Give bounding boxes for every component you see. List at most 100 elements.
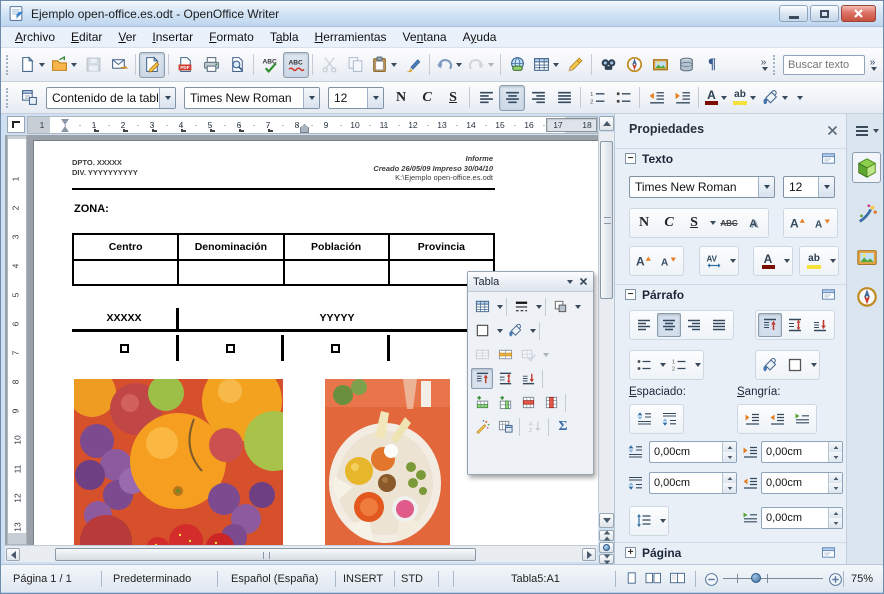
expand-icon[interactable]: + bbox=[625, 547, 636, 558]
insert-column-button[interactable] bbox=[494, 392, 516, 413]
center-vertical-button[interactable] bbox=[494, 368, 516, 389]
line-spacing-button[interactable] bbox=[632, 509, 656, 533]
table-properties-button[interactable] bbox=[494, 416, 516, 437]
justify-button[interactable] bbox=[551, 85, 577, 111]
dialog-launcher-icon[interactable] bbox=[821, 152, 836, 165]
justify-button[interactable] bbox=[707, 313, 731, 337]
menu-item-archivo[interactable]: Archivo bbox=[7, 28, 63, 46]
combo-arrow-button[interactable] bbox=[818, 177, 834, 197]
find-replace-button[interactable] bbox=[595, 52, 621, 78]
menu-item-tabla[interactable]: Tabla bbox=[262, 28, 307, 46]
toolbar-menu-arrow-icon[interactable] bbox=[567, 280, 573, 284]
dropdown-arrow-icon[interactable] bbox=[784, 259, 790, 263]
table-cell[interactable] bbox=[284, 335, 390, 361]
insert-row-button[interactable] bbox=[471, 392, 493, 413]
align-right-button[interactable] bbox=[682, 313, 706, 337]
status-language[interactable]: Español (España) bbox=[231, 565, 318, 593]
paragraph-style-combo[interactable]: Contenido de la tabla bbox=[46, 87, 176, 109]
form-checkbox[interactable] bbox=[331, 344, 340, 353]
underline-button[interactable]: S bbox=[682, 211, 706, 235]
vertical-scrollbar-thumb[interactable] bbox=[600, 141, 613, 299]
tab-navigator[interactable] bbox=[852, 280, 881, 311]
gallery-button[interactable] bbox=[647, 52, 673, 78]
increase-indent-button[interactable] bbox=[669, 85, 695, 111]
combo-arrow-button[interactable] bbox=[159, 88, 175, 108]
align-center-button[interactable] bbox=[657, 313, 681, 337]
doc-header-right[interactable]: Informe Creado 26/05/09 Impreso 30/04/10… bbox=[373, 154, 493, 183]
section-header-pagina[interactable]: + Página bbox=[615, 542, 846, 562]
section-header-texto[interactable]: − Texto bbox=[615, 148, 846, 168]
highlight-button[interactable]: ab bbox=[802, 249, 826, 273]
numbered-list-button[interactable]: 12 bbox=[667, 353, 691, 377]
draw-functions-button[interactable] bbox=[562, 52, 588, 78]
view-book-button[interactable] bbox=[669, 571, 686, 589]
spinner-buttons[interactable] bbox=[828, 508, 842, 528]
align-bottom-button[interactable] bbox=[517, 368, 539, 389]
menu-item-herramientas[interactable]: Herramientas bbox=[307, 28, 395, 46]
table-cell[interactable] bbox=[179, 335, 284, 361]
tab-stop-marker[interactable] bbox=[94, 129, 99, 132]
dropdown-arrow-icon[interactable] bbox=[710, 221, 716, 225]
horizontal-scrollbar[interactable] bbox=[5, 545, 597, 562]
line-style-button[interactable] bbox=[510, 296, 532, 317]
toolbar-options-arrow-icon[interactable] bbox=[797, 96, 803, 100]
next-page-button[interactable] bbox=[599, 554, 614, 564]
background-color-button[interactable] bbox=[504, 320, 526, 341]
data-sources-button[interactable] bbox=[673, 52, 699, 78]
character-spacing-button[interactable]: AV bbox=[702, 249, 726, 273]
horizontal-scrollbar-thumb[interactable] bbox=[55, 548, 476, 561]
font-size-combo[interactable]: 12 bbox=[328, 87, 384, 109]
table-empty-cell[interactable] bbox=[285, 261, 390, 284]
previous-page-button[interactable] bbox=[599, 530, 614, 541]
form-checkbox[interactable] bbox=[226, 344, 235, 353]
menu-item-ver[interactable]: Ver bbox=[110, 28, 144, 46]
hyperlink-button[interactable] bbox=[504, 52, 530, 78]
split-cells-button[interactable] bbox=[494, 344, 516, 365]
document-table-xy-row[interactable] bbox=[72, 335, 495, 361]
shadow-button[interactable]: AA bbox=[742, 211, 766, 235]
toolbar-grip[interactable] bbox=[773, 55, 778, 75]
bullet-list-button[interactable] bbox=[610, 85, 636, 111]
sidebar-close-icon[interactable] bbox=[826, 124, 839, 137]
above-spacing-field[interactable]: 0,00cm bbox=[649, 441, 737, 463]
status-page-style[interactable]: Predeterminado bbox=[113, 565, 191, 593]
zoom-slider-thumb[interactable] bbox=[751, 573, 761, 583]
status-insert-mode[interactable]: INSERT bbox=[343, 565, 383, 593]
new-document-button[interactable] bbox=[16, 52, 48, 78]
sidebar-menu-button[interactable] bbox=[856, 126, 879, 136]
strikethrough-button[interactable]: ABC bbox=[717, 211, 741, 235]
font-name-combo[interactable]: Times New Roman bbox=[184, 87, 320, 109]
border-style-button[interactable] bbox=[471, 320, 493, 341]
formatting-marks-button[interactable]: ¶ bbox=[699, 52, 725, 78]
dropdown-arrow-icon[interactable] bbox=[830, 259, 836, 263]
dropdown-arrow-icon[interactable] bbox=[730, 259, 736, 263]
menu-item-formato[interactable]: Formato bbox=[201, 28, 262, 46]
increase-spacing-button[interactable] bbox=[632, 407, 656, 431]
combo-arrow-button[interactable] bbox=[367, 88, 383, 108]
toolbar-grip[interactable] bbox=[6, 55, 11, 75]
edit-mode-button[interactable] bbox=[139, 52, 165, 78]
align-top-button[interactable] bbox=[758, 313, 782, 337]
search-toolbar-overflow-button[interactable]: » bbox=[865, 59, 880, 71]
dropdown-arrow-icon[interactable] bbox=[530, 329, 536, 333]
increase-indent-button[interactable] bbox=[740, 407, 764, 431]
dropdown-arrow-icon[interactable] bbox=[497, 329, 503, 333]
tab-type-selector[interactable] bbox=[7, 116, 25, 133]
dialog-launcher-icon[interactable] bbox=[821, 546, 836, 559]
tab-stop-marker[interactable] bbox=[123, 129, 128, 132]
vertical-ruler[interactable]: 12345678910111213 bbox=[7, 135, 27, 545]
font-color-button[interactable]: A bbox=[756, 249, 780, 273]
indent-marker-top[interactable] bbox=[61, 119, 69, 125]
after-indent-field[interactable]: 0,00cm bbox=[761, 472, 843, 494]
print-button[interactable] bbox=[198, 52, 224, 78]
section-header-parrafo[interactable]: − Párrafo bbox=[615, 284, 846, 304]
dropdown-arrow-icon[interactable] bbox=[660, 363, 666, 367]
document-table-xy-header[interactable]: XXXXX YYYYY bbox=[72, 308, 495, 332]
paste-button[interactable] bbox=[368, 52, 400, 78]
grow-font-button[interactable]: A bbox=[786, 211, 810, 235]
center-vertical-button[interactable] bbox=[783, 313, 807, 337]
spinner-buttons[interactable] bbox=[722, 442, 736, 462]
borders-button[interactable] bbox=[549, 296, 571, 317]
bullet-list-button[interactable] bbox=[632, 353, 656, 377]
table-header-centro[interactable]: Centro bbox=[74, 235, 179, 261]
